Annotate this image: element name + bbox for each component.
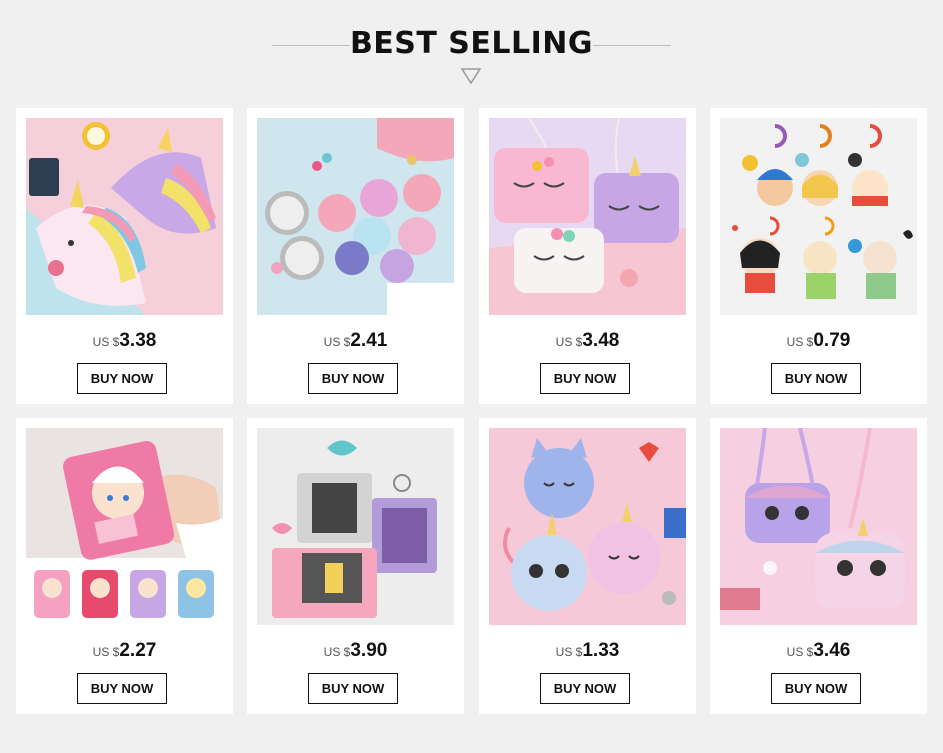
buy-now-button[interactable]: BUY NOW — [771, 673, 861, 704]
price-value: 3.48 — [582, 330, 620, 351]
product-price: US $2.41 — [247, 330, 464, 352]
buy-now-button[interactable]: BUY NOW — [77, 363, 167, 394]
product-card[interactable]: US $0.79 BUY NOW — [710, 108, 927, 404]
product-price: US $2.27 — [16, 640, 233, 662]
buy-now-button[interactable]: BUY NOW — [308, 363, 398, 394]
product-card[interactable]: US $2.41 BUY NOW — [247, 108, 464, 404]
product-price: US $3.38 — [16, 330, 233, 352]
price-value: 2.27 — [119, 640, 157, 661]
product-image-plush-coin-purses[interactable] — [489, 428, 686, 625]
price-value: 0.79 — [813, 330, 851, 351]
product-image-card-holders[interactable] — [257, 428, 454, 625]
down-triangle-icon — [461, 68, 481, 84]
product-image-keychains[interactable] — [720, 118, 917, 315]
product-price: US $3.46 — [710, 640, 927, 662]
price-value: 1.33 — [582, 640, 620, 661]
currency-label: US $ — [92, 335, 120, 349]
buy-now-button[interactable]: BUY NOW — [308, 673, 398, 704]
product-card[interactable]: US $2.27 BUY NOW — [16, 418, 233, 714]
currency-label: US $ — [786, 335, 814, 349]
section-header: BEST SELLING — [0, 0, 943, 100]
currency-label: US $ — [555, 335, 583, 349]
price-value: 3.46 — [813, 640, 851, 661]
buy-now-button[interactable]: BUY NOW — [77, 673, 167, 704]
currency-label: US $ — [555, 645, 583, 659]
product-price: US $0.79 — [710, 330, 927, 352]
product-card[interactable]: US $3.46 BUY NOW — [710, 418, 927, 714]
price-value: 3.38 — [119, 330, 157, 351]
header-divider-right — [593, 45, 671, 46]
product-image-plush-crossbody-bags[interactable] — [720, 428, 917, 625]
buy-now-button[interactable]: BUY NOW — [540, 673, 630, 704]
section-title: BEST SELLING — [349, 26, 594, 61]
price-value: 3.90 — [350, 640, 388, 661]
product-price: US $1.33 — [479, 640, 696, 662]
product-image-unicorn-pouch[interactable] — [26, 118, 223, 315]
product-card[interactable]: US $1.33 BUY NOW — [479, 418, 696, 714]
product-image-plush-bags[interactable] — [489, 118, 686, 315]
product-image-cartoon-wallet[interactable] — [26, 428, 223, 625]
product-image-round-mirrors[interactable] — [257, 118, 454, 315]
buy-now-button[interactable]: BUY NOW — [540, 363, 630, 394]
currency-label: US $ — [92, 645, 120, 659]
product-price: US $3.48 — [479, 330, 696, 352]
product-card[interactable]: US $3.38 BUY NOW — [16, 108, 233, 404]
price-value: 2.41 — [350, 330, 388, 351]
product-card[interactable]: US $3.48 BUY NOW — [479, 108, 696, 404]
currency-label: US $ — [786, 645, 814, 659]
currency-label: US $ — [323, 645, 351, 659]
buy-now-button[interactable]: BUY NOW — [771, 363, 861, 394]
product-price: US $3.90 — [247, 640, 464, 662]
product-card[interactable]: US $3.90 BUY NOW — [247, 418, 464, 714]
currency-label: US $ — [323, 335, 351, 349]
